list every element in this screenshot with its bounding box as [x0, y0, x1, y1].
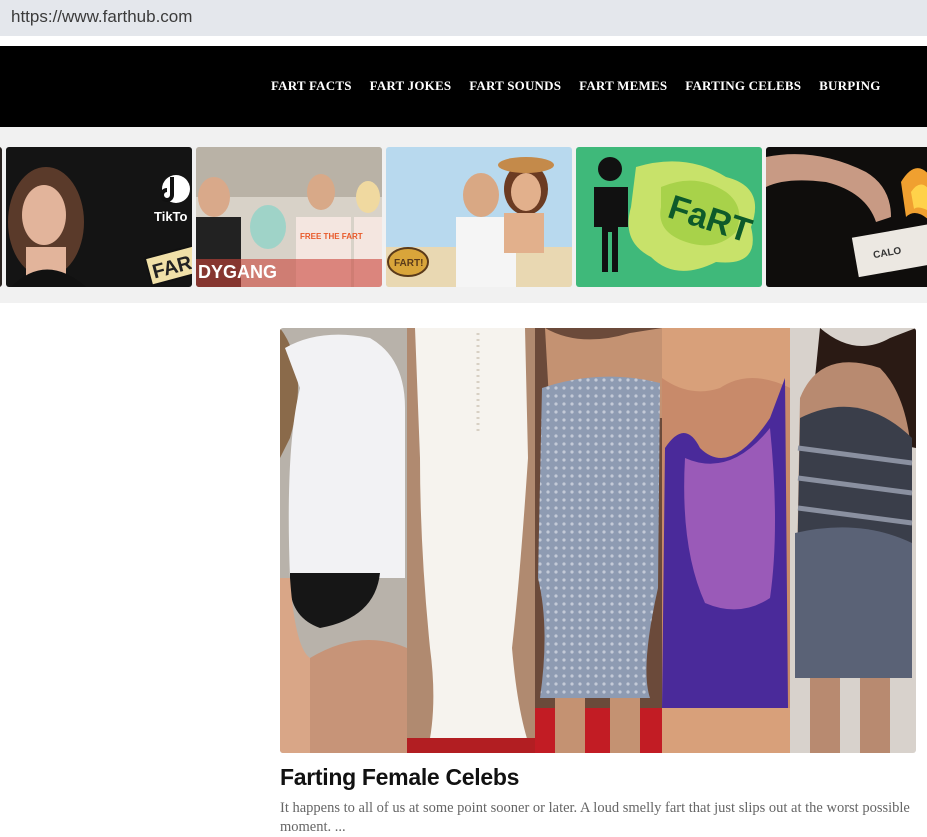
featured-article-image[interactable]	[280, 328, 916, 753]
carousel-thumb-calories[interactable]: CALO	[766, 147, 927, 287]
thumb-image: TikTo FAR	[6, 147, 192, 287]
panel-5	[790, 328, 916, 753]
thumb-text: TikTo	[154, 209, 188, 224]
nav-farting-celebs[interactable]: FARTING CELEBS	[685, 78, 801, 94]
carousel-thumb-couple[interactable]: FART!	[386, 147, 572, 287]
site-navbar: FART FACTS FART JOKES FART SOUNDS FART MEME…	[0, 46, 927, 127]
thumb-image: FART!	[386, 147, 572, 287]
nav-menu: FART FACTS FART JOKES FART SOUNDS FART MEME…	[271, 77, 899, 95]
nav-fart-jokes[interactable]: FART JOKES	[370, 78, 452, 94]
article-title[interactable]: Farting Female Celebs	[280, 764, 519, 791]
panel-2	[407, 328, 535, 753]
nav-fart-memes[interactable]: FART MEMES	[579, 78, 667, 94]
carousel-thumb-tiktok[interactable]: TikTo FAR	[6, 147, 192, 287]
panel-4	[662, 328, 790, 753]
spacer	[0, 36, 927, 46]
featured-image	[280, 328, 916, 753]
thumb-image: CALO	[766, 147, 927, 287]
thumb-badge-text: FART!	[394, 258, 423, 269]
thumb-image: FREE THE FART DYGANG	[196, 147, 382, 287]
thumbnail-carousel: TikTo FAR FREE THE FART DYGANG FART! FaR…	[0, 127, 927, 303]
nav-fart-sounds[interactable]: FART SOUNDS	[469, 78, 561, 94]
carousel-thumb-partial[interactable]	[0, 147, 2, 287]
article-excerpt: It happens to all of us at some point so…	[280, 800, 910, 835]
panel-1	[280, 328, 407, 753]
thumb-text: DYGANG	[198, 262, 277, 282]
carousel-thumb-free-the-fart[interactable]: FREE THE FART DYGANG	[196, 147, 382, 287]
panel-3	[535, 328, 662, 753]
nav-burping[interactable]: BURPING	[819, 78, 880, 94]
url-text[interactable]: https://www.farthub.com	[11, 7, 192, 27]
carousel-thumb-fart-sign[interactable]: FaRT	[576, 147, 762, 287]
nav-fart-facts[interactable]: FART FACTS	[271, 78, 352, 94]
thumb-shirt-text: FREE THE FART	[300, 232, 363, 241]
thumb-image: FaRT	[576, 147, 762, 287]
browser-address-bar[interactable]: https://www.farthub.com	[0, 0, 927, 36]
